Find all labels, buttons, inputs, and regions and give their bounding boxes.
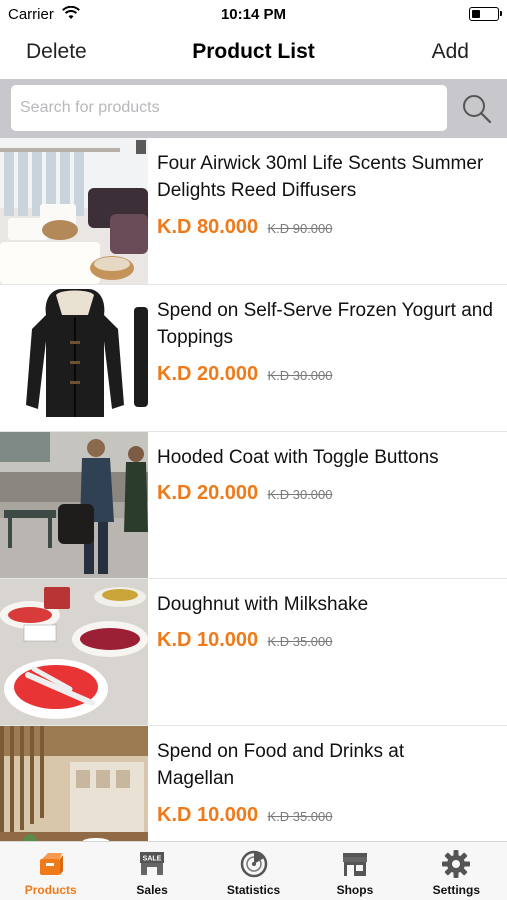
- product-price: K.D 80.000: [157, 216, 259, 238]
- search-input[interactable]: [11, 85, 447, 131]
- product-price: K.D 20.000: [157, 363, 259, 385]
- tab-shops[interactable]: Shops: [304, 842, 405, 900]
- product-row[interactable]: Four Airwick 30ml Life Scents Summer Del…: [0, 138, 507, 285]
- product-old-price: K.D 30.000: [267, 487, 333, 502]
- product-old-price: K.D 90.000: [267, 221, 333, 236]
- product-price: K.D 10.000: [157, 629, 259, 651]
- tab-settings[interactable]: Settings: [406, 842, 507, 900]
- navigation-bar: Delete Product List Add: [0, 28, 507, 78]
- statistics-dial-icon: [239, 849, 269, 879]
- battery-icon: [469, 7, 502, 21]
- product-name: Spend on Food and Drinks at Magellan: [157, 741, 405, 789]
- product-image-fruit-bar: [0, 579, 148, 725]
- product-name: Doughnut with Milkshake: [157, 594, 369, 615]
- tab-sales[interactable]: SALE Sales: [101, 842, 202, 900]
- tab-products[interactable]: Products: [0, 842, 101, 900]
- status-bar: Carrier 10:14 PM: [0, 0, 507, 28]
- add-button[interactable]: Add: [432, 40, 469, 64]
- product-image-restaurant: [0, 726, 148, 841]
- shop-storefront-icon: [340, 849, 370, 879]
- product-name: Hooded Coat with Toggle Buttons: [157, 447, 439, 468]
- product-price-line: K.D 10.000 K.D 35.000: [157, 804, 333, 827]
- product-price: K.D 20.000: [157, 482, 259, 504]
- product-price: K.D 10.000: [157, 804, 259, 826]
- product-row[interactable]: Spend on Self-Serve Frozen Yogurt and To…: [0, 285, 507, 432]
- tab-statistics[interactable]: Statistics: [203, 842, 304, 900]
- search-bar: [0, 79, 507, 138]
- product-price-line: K.D 10.000 K.D 35.000: [157, 629, 333, 652]
- tab-label: Settings: [432, 883, 480, 897]
- tab-label: Sales: [136, 883, 168, 897]
- product-old-price: K.D 35.000: [267, 809, 333, 824]
- tab-bar: Products SALE Sales Statistics Shops Set…: [0, 841, 507, 900]
- product-row[interactable]: Hooded Coat with Toggle Buttons K.D 20.0…: [0, 432, 507, 579]
- clock: 10:14 PM: [220, 6, 287, 23]
- product-price-line: K.D 80.000 K.D 90.000: [157, 216, 333, 239]
- product-old-price: K.D 35.000: [267, 634, 333, 649]
- product-row[interactable]: Doughnut with Milkshake K.D 10.000 K.D 3…: [0, 579, 507, 726]
- product-price-line: K.D 20.000 K.D 30.000: [157, 482, 333, 505]
- tab-label: Products: [24, 883, 77, 897]
- product-image-salon: [0, 138, 148, 284]
- sale-sign-icon: SALE: [137, 849, 167, 879]
- product-name: Spend on Self-Serve Frozen Yogurt and To…: [157, 300, 493, 348]
- search-icon[interactable]: [460, 93, 494, 125]
- product-list[interactable]: Four Airwick 30ml Life Scents Summer Del…: [0, 138, 507, 841]
- product-image-coat: [0, 285, 148, 431]
- product-old-price: K.D 30.000: [267, 368, 333, 383]
- tab-label: Shops: [336, 883, 374, 897]
- svg-text:SALE: SALE: [143, 856, 162, 863]
- tab-label: Statistics: [226, 883, 281, 897]
- product-image-street: [0, 432, 148, 578]
- products-box-icon: [36, 849, 66, 879]
- product-price-line: K.D 20.000 K.D 30.000: [157, 363, 333, 386]
- product-name: Four Airwick 30ml Life Scents Summer Del…: [157, 153, 484, 201]
- gear-icon: [441, 849, 471, 879]
- product-row[interactable]: Spend on Food and Drinks at Magellan K.D…: [0, 726, 507, 841]
